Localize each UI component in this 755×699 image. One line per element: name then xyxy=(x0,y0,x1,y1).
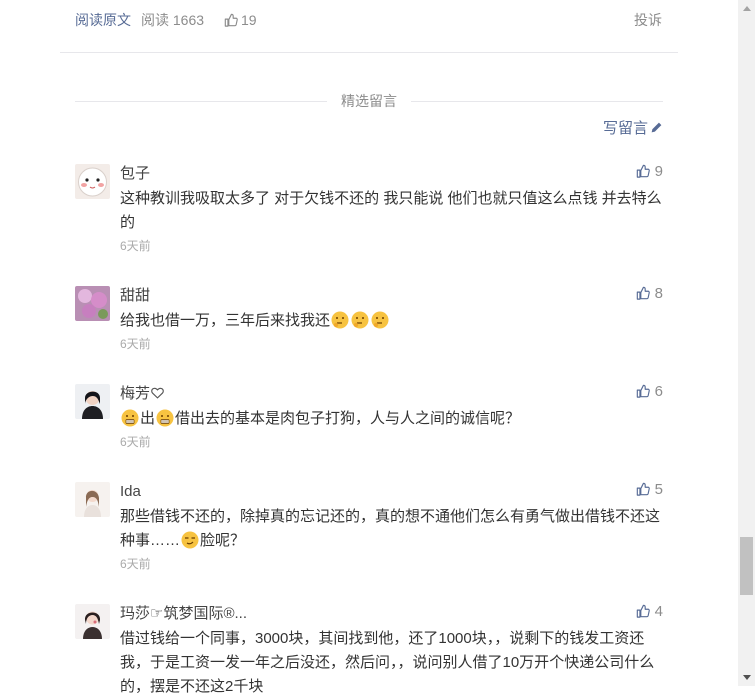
heart-icon xyxy=(151,387,164,399)
scrollbar-thumb[interactable] xyxy=(740,537,753,595)
comment-like-count: 9 xyxy=(654,163,663,180)
selected-comments-header: 精选留言 xyxy=(75,90,663,112)
thumbs-up-icon xyxy=(636,286,650,300)
write-comment-label: 写留言 xyxy=(602,120,648,137)
comment-nickname[interactable]: 甜甜 xyxy=(120,286,663,306)
comment-item: 甜甜 8 给我也借一万，三年后来找我还 6天前 xyxy=(75,284,663,356)
comment-like-button[interactable]: 6 xyxy=(636,382,663,402)
thinking-emoji-icon xyxy=(331,311,349,329)
comment-like-button[interactable]: 9 xyxy=(636,162,663,182)
avatar[interactable] xyxy=(75,164,110,199)
comment-item: 包子 9 这种教训我吸取太多了 对于欠钱不还的 我只能说 他们也就只值这么点钱 … xyxy=(75,162,663,254)
article-like-count: 19 xyxy=(241,12,257,28)
scroll-down-arrow-icon[interactable] xyxy=(738,669,755,686)
comment-like-count: 8 xyxy=(654,285,663,302)
comment-time: 6天前 xyxy=(120,337,151,351)
comment-nickname[interactable]: 梅芳 xyxy=(120,384,663,404)
comment-text-row: 那些借钱不还的，除掉真的忘记还的，真的想不通他们怎么有勇气做出借钱不还这种事……… xyxy=(120,505,663,553)
report-link[interactable]: 投诉 xyxy=(634,10,662,30)
scroll-up-arrow-icon[interactable] xyxy=(738,0,755,17)
article-footer: 阅读原文 阅读 1663 19 投诉 xyxy=(60,0,678,53)
comment-item: 玛莎☞筑梦国际®... 4 借过钱给一个同事，3000块，其间找到他，还了100… xyxy=(75,602,663,695)
avatar[interactable] xyxy=(75,604,110,639)
comment-text: 这种教训我吸取太多了 对于欠钱不还的 我只能说 他们也就只值这么点钱 并去特么的 xyxy=(120,190,662,231)
divider xyxy=(411,101,663,102)
comment-nickname[interactable]: 玛莎☞筑梦国际®... xyxy=(120,604,663,624)
comment-item: 梅芳 6 出 借出去的基本是肉包子打狗，人与人之间的诚信呢？ 6天前 xyxy=(75,382,663,454)
comment-like-count: 5 xyxy=(654,481,663,498)
comment-text: 借过钱给一个同事，3000块，其间找到他，还了1000块，，说剩下的钱发工资还我… xyxy=(120,630,655,695)
comment-nickname-text: 梅芳 xyxy=(120,385,151,402)
comment-like-button[interactable]: 4 xyxy=(636,602,663,622)
comment-time: 6天前 xyxy=(120,239,151,253)
grimace-emoji-icon xyxy=(156,409,174,427)
grimace-emoji-icon xyxy=(121,409,139,427)
thinking-emoji-icon xyxy=(351,311,369,329)
article-like-button[interactable]: 19 xyxy=(224,10,257,30)
thumbs-up-icon xyxy=(636,482,650,496)
comment-text: 给我也借一万，三年后来找我还 xyxy=(120,312,331,329)
comment-like-count: 4 xyxy=(654,603,663,620)
thinking-emoji-icon xyxy=(371,311,389,329)
avatar[interactable] xyxy=(75,482,110,517)
comment-time: 6天前 xyxy=(120,435,151,449)
comment-text-row: 出 借出去的基本是肉包子打狗，人与人之间的诚信呢？ xyxy=(120,407,663,431)
avatar[interactable] xyxy=(75,384,110,419)
comment-nickname[interactable]: Ida xyxy=(120,482,663,502)
comment-text-part: 脸呢？ xyxy=(200,532,246,549)
vertical-scrollbar[interactable] xyxy=(738,0,755,686)
thumbs-up-icon xyxy=(636,164,650,178)
avatar[interactable] xyxy=(75,286,110,321)
read-original-link[interactable]: 阅读原文 xyxy=(75,10,131,30)
comment-time: 6天前 xyxy=(120,557,151,571)
comment-item: Ida 5 那些借钱不还的，除掉真的忘记还的，真的想不通他们怎么有勇气做出借钱不… xyxy=(75,480,663,574)
smirk-emoji-icon xyxy=(181,531,199,549)
comment-like-count: 6 xyxy=(654,383,663,400)
thumbs-up-icon xyxy=(224,13,238,27)
comment-text-part: 出 xyxy=(140,410,156,427)
read-count: 阅读 1663 xyxy=(141,12,205,28)
comment-like-button[interactable]: 8 xyxy=(636,284,663,304)
write-comment-button[interactable]: 写留言 xyxy=(603,119,663,139)
thumbs-up-icon xyxy=(636,384,650,398)
comment-text-part: 借出去的基本是肉包子打狗，人与人之间的诚信呢？ xyxy=(175,410,521,427)
comment-text-row: 给我也借一万，三年后来找我还 xyxy=(120,309,663,333)
pencil-icon xyxy=(651,122,662,133)
comment-nickname[interactable]: 包子 xyxy=(120,164,663,184)
thumbs-up-icon xyxy=(636,604,650,618)
comment-like-button[interactable]: 5 xyxy=(636,480,663,500)
